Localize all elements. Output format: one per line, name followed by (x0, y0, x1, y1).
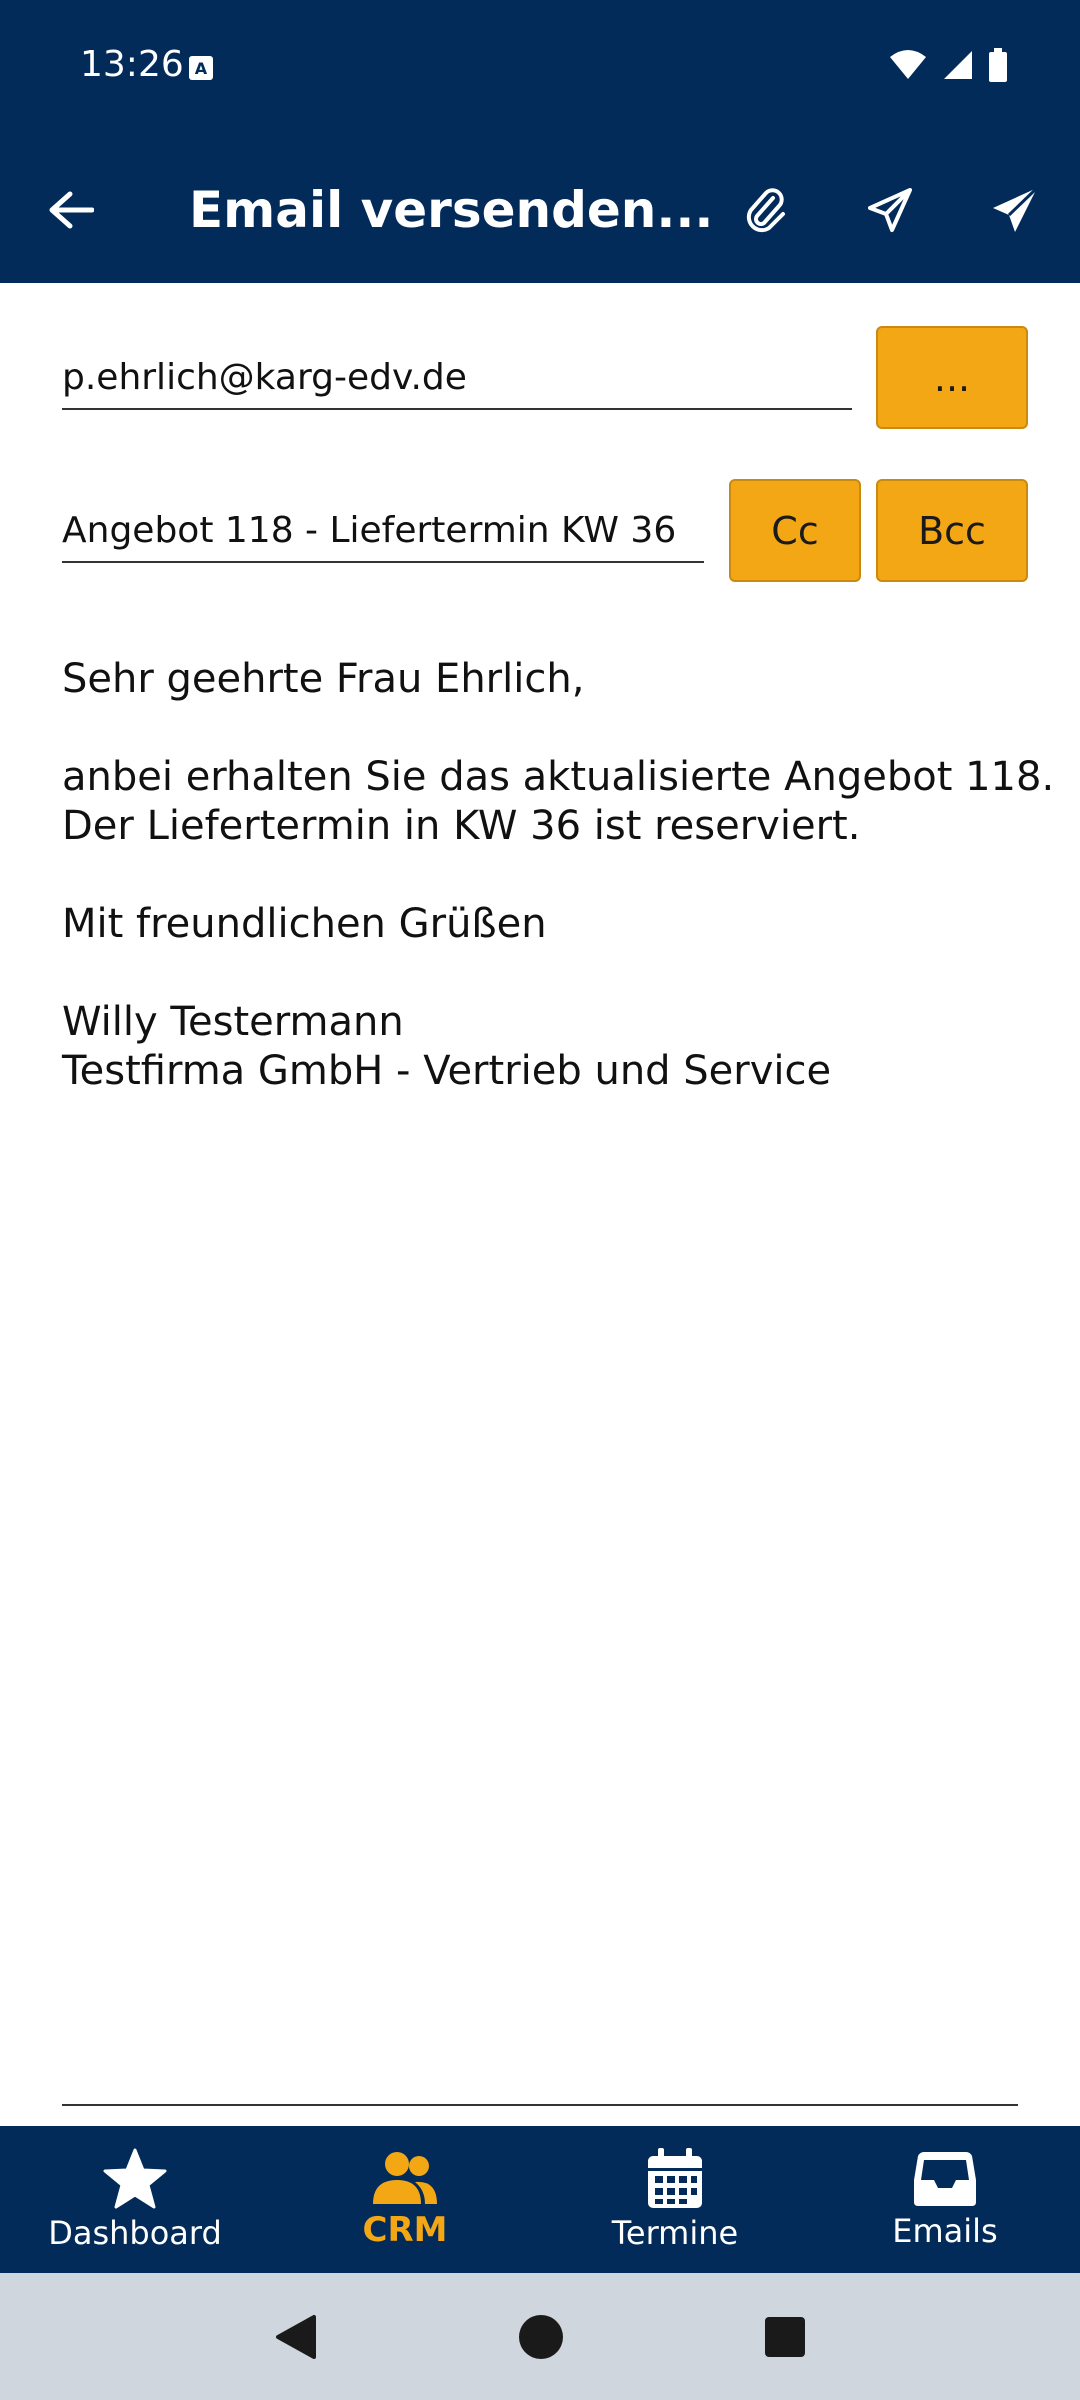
message-body[interactable]: Sehr geehrte Frau Ehrlich, anbei erhalte… (62, 655, 1055, 1096)
subject-field[interactable]: Angebot 118 - Liefertermin KW 36 (62, 493, 704, 563)
calendar-icon (648, 2147, 702, 2208)
select-recipient-button[interactable]: ... (876, 326, 1028, 429)
bottom-navigation: Dashboard CRM Termine Emails (0, 2126, 1080, 2273)
star-icon (103, 2148, 167, 2208)
wifi-icon (890, 50, 926, 79)
system-recents-icon[interactable] (764, 2316, 806, 2358)
system-navigation-bar (0, 2273, 1080, 2400)
battery-icon (989, 48, 1007, 82)
nav-label-termine: Termine (611, 2213, 739, 2252)
keyboard-notification-icon: A (189, 56, 213, 80)
attach-button[interactable] (730, 175, 800, 245)
svg-text:A: A (195, 59, 208, 78)
nav-item-emails[interactable]: Emails (810, 2126, 1080, 2273)
message-line-1: anbei erhalten Sie das aktualisierte Ang… (62, 754, 1055, 800)
message-greeting: Sehr geehrte Frau Ehrlich, (62, 656, 585, 702)
message-sender-name: Willy Testermann (62, 999, 404, 1045)
message-sender-company: Testfirma GmbH - Vertrieb und Service (62, 1048, 832, 1094)
email-compose-screen: 13:26 A Email versenden... p.ehrlich@kar… (0, 0, 1080, 2400)
app-bar: Email versenden... (0, 135, 1080, 283)
message-closing: Mit freundlichen Grüßen (62, 901, 547, 947)
message-body-underline (62, 2104, 1018, 2106)
recipient-field[interactable]: p.ehrlich@karg-edv.de (62, 340, 852, 410)
status-icons (888, 48, 1008, 82)
signal-icon (944, 51, 972, 79)
nav-item-crm[interactable]: CRM (270, 2126, 540, 2273)
back-button[interactable] (40, 179, 102, 241)
paper-plane-icon (993, 186, 1039, 232)
paper-plane-outline-icon (868, 188, 912, 232)
system-home-icon[interactable] (518, 2314, 564, 2360)
arrow-left-icon (49, 191, 94, 229)
paperclip-icon (746, 188, 785, 233)
send-later-button[interactable] (855, 175, 925, 245)
system-back-icon[interactable] (274, 2313, 318, 2361)
cc-button[interactable]: Cc (729, 479, 861, 582)
page-title: Email versenden... (189, 181, 714, 239)
message-line-2: Der Liefertermin in KW 36 ist reserviert… (62, 803, 861, 849)
people-icon (373, 2151, 437, 2204)
nav-label-crm: CRM (362, 2209, 448, 2250)
nav-label-dashboard: Dashboard (48, 2213, 222, 2252)
top-bar: 13:26 A Email versenden... (0, 0, 1080, 283)
status-time: 13:26 (80, 44, 184, 85)
inbox-icon (914, 2151, 976, 2206)
recipient-value: p.ehrlich@karg-edv.de (62, 357, 467, 398)
nav-label-emails: Emails (892, 2211, 998, 2250)
subject-value: Angebot 118 - Liefertermin KW 36 (62, 510, 677, 551)
nav-item-dashboard[interactable]: Dashboard (0, 2126, 270, 2273)
send-button[interactable] (980, 175, 1050, 245)
bcc-button[interactable]: Bcc (876, 479, 1028, 582)
nav-item-termine[interactable]: Termine (540, 2126, 810, 2273)
status-bar: 13:26 A (0, 0, 1080, 135)
